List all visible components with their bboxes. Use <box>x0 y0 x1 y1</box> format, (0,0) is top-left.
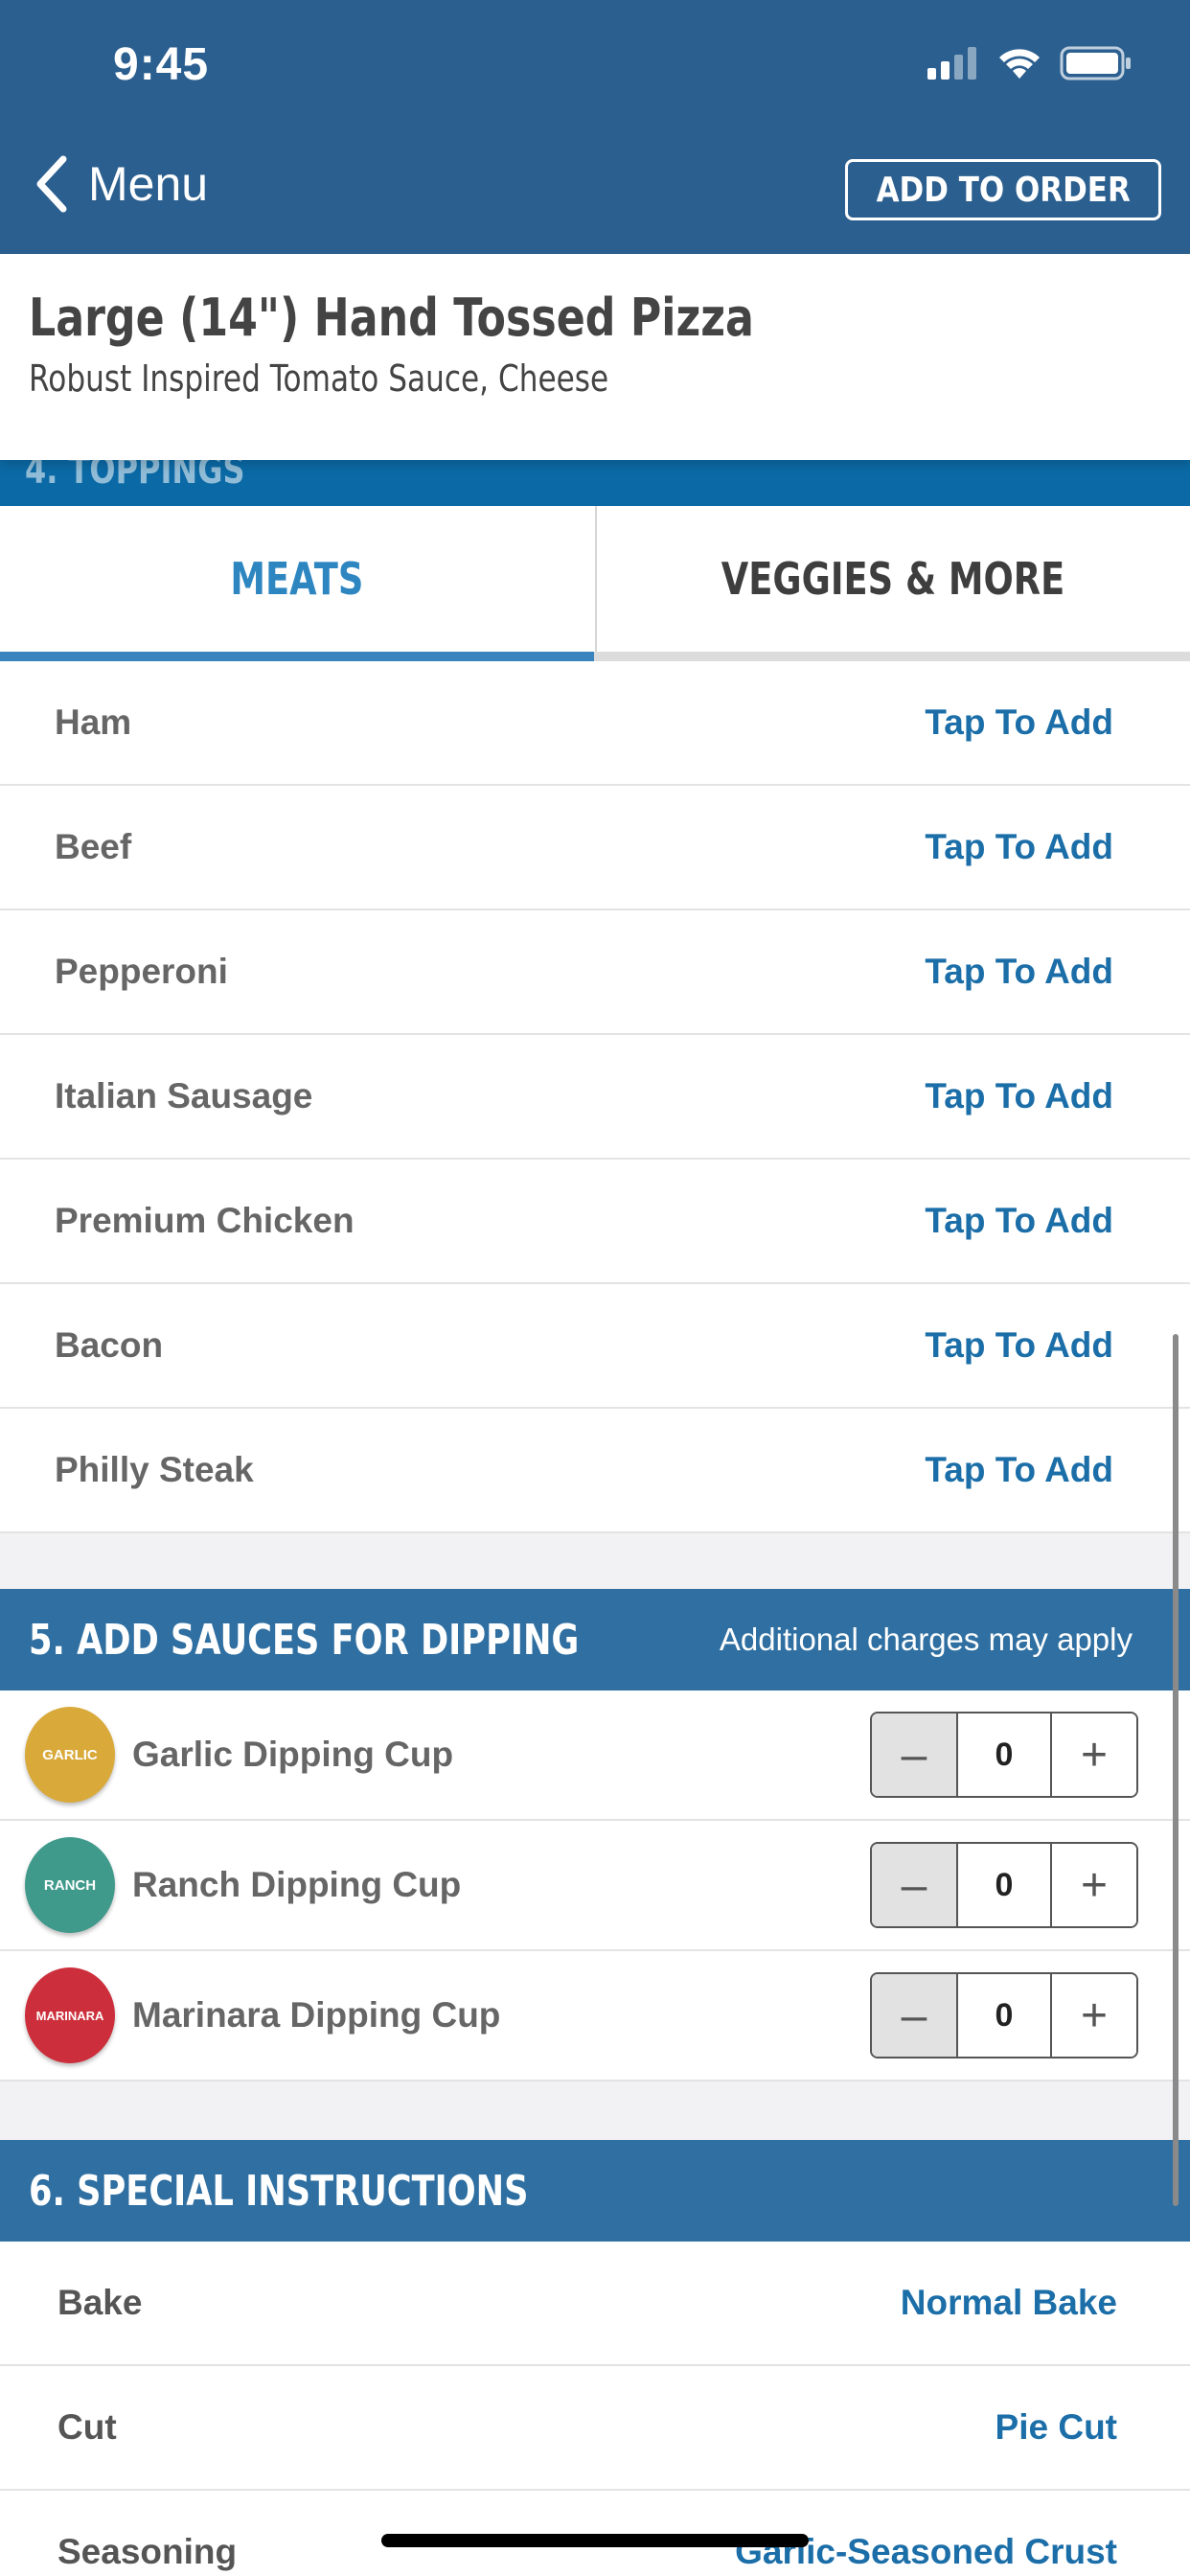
tab-meats-label: MEATS <box>230 553 364 605</box>
sauce-row-marinara: MARINARA Marinara Dipping Cup – 0 + <box>0 1951 1190 2082</box>
marinara-sauce-cup-icon: MARINARA <box>25 1967 115 2063</box>
topping-name: Italian Sausage <box>55 1076 313 1116</box>
active-tab-indicator <box>0 652 594 661</box>
quantity-stepper: – 0 + <box>870 1842 1138 1928</box>
topping-row-beef[interactable]: Beef Tap To Add <box>0 786 1190 910</box>
topping-row-ham[interactable]: Ham Tap To Add <box>0 661 1190 786</box>
quantity-value: 0 <box>995 1736 1014 1773</box>
tap-to-add-button[interactable]: Tap To Add <box>925 952 1113 992</box>
topping-name: Ham <box>55 702 132 742</box>
cellular-signal-icon <box>927 47 976 80</box>
decrement-button[interactable]: – <box>872 1974 958 2057</box>
decrement-button[interactable]: – <box>872 1844 958 1926</box>
ranch-sauce-cup-icon: RANCH <box>25 1837 115 1933</box>
topping-name: Premium Chicken <box>55 1201 355 1240</box>
topping-name: Beef <box>55 827 132 866</box>
quantity-value: 0 <box>995 1996 1014 2034</box>
toppings-list: Ham Tap To Add Beef Tap To Add Pepperoni… <box>0 661 1190 1533</box>
topping-row-bacon[interactable]: Bacon Tap To Add <box>0 1284 1190 1409</box>
sauce-icon-label: MARINARA <box>35 2008 104 2023</box>
increment-button[interactable]: + <box>1050 1974 1136 2057</box>
sauces-section-title: 5. ADD SAUCES FOR DIPPING <box>29 1615 580 1665</box>
sauce-row-ranch: RANCH Ranch Dipping Cup – 0 + <box>0 1821 1190 1951</box>
topping-row-italian-sausage[interactable]: Italian Sausage Tap To Add <box>0 1035 1190 1160</box>
product-title: Large (14") Hand Tossed Pizza <box>29 288 754 348</box>
app-header: 9:45 Menu ADD TO ORDER <box>0 0 1190 254</box>
sauces-list: GARLIC Garlic Dipping Cup – 0 + RANCH Ra… <box>0 1690 1190 2082</box>
sauce-icon-label: RANCH <box>43 1876 97 1894</box>
section-spacer <box>0 2082 1190 2141</box>
topping-row-premium-chicken[interactable]: Premium Chicken Tap To Add <box>0 1160 1190 1284</box>
tap-to-add-button[interactable]: Tap To Add <box>925 1450 1113 1490</box>
increment-button[interactable]: + <box>1050 1714 1136 1796</box>
garlic-sauce-cup-icon: GARLIC <box>25 1707 115 1803</box>
sauce-icon-label: GARLIC <box>42 1746 98 1763</box>
product-card: Large (14") Hand Tossed Pizza Robust Ins… <box>0 254 1190 460</box>
tap-to-add-button[interactable]: Tap To Add <box>925 1325 1113 1366</box>
tab-meats[interactable]: MEATS <box>0 506 594 652</box>
back-button[interactable]: Menu <box>34 155 208 213</box>
quantity-stepper: – 0 + <box>870 1712 1138 1798</box>
instructions-list: Bake Normal Bake Cut Pie Cut Seasoning G… <box>0 2242 1190 2576</box>
status-time: 9:45 <box>113 39 210 90</box>
instruction-value[interactable]: Normal Bake <box>901 2283 1117 2323</box>
tab-veggies-label: VEGGIES & MORE <box>721 553 1065 605</box>
instruction-row-cut[interactable]: Cut Pie Cut <box>0 2366 1190 2491</box>
sauce-name: Ranch Dipping Cup <box>132 1865 462 1904</box>
tap-to-add-button[interactable]: Tap To Add <box>925 827 1113 867</box>
instruction-label: Cut <box>57 2407 117 2447</box>
topping-name: Pepperoni <box>55 952 228 991</box>
tab-veggies-and-more[interactable]: VEGGIES & MORE <box>595 506 1190 652</box>
tap-to-add-button[interactable]: Tap To Add <box>925 702 1113 743</box>
status-icons <box>927 46 1133 80</box>
decrement-button[interactable]: – <box>872 1714 958 1796</box>
topping-row-philly-steak[interactable]: Philly Steak Tap To Add <box>0 1409 1190 1533</box>
wifi-icon <box>999 49 1040 79</box>
sauce-name: Garlic Dipping Cup <box>132 1735 454 1774</box>
instruction-label: Seasoning <box>57 2532 238 2571</box>
topping-row-pepperoni[interactable]: Pepperoni Tap To Add <box>0 910 1190 1035</box>
tap-to-add-button[interactable]: Tap To Add <box>925 1201 1113 1241</box>
sauces-section-note: Additional charges may apply <box>719 1622 1133 1657</box>
instruction-row-bake[interactable]: Bake Normal Bake <box>0 2242 1190 2366</box>
tap-to-add-button[interactable]: Tap To Add <box>925 1076 1113 1116</box>
toppings-section-header: 4. TOPPINGS <box>0 458 1190 506</box>
sauce-row-garlic: GARLIC Garlic Dipping Cup – 0 + <box>0 1690 1190 1821</box>
topping-name: Philly Steak <box>55 1450 254 1489</box>
quantity-stepper: – 0 + <box>870 1972 1138 2058</box>
quantity-value: 0 <box>995 1866 1014 1903</box>
sauces-section-header: 5. ADD SAUCES FOR DIPPING Additional cha… <box>0 1589 1190 1690</box>
increment-button[interactable]: + <box>1050 1844 1136 1926</box>
section-spacer <box>0 1533 1190 1591</box>
sauce-name: Marinara Dipping Cup <box>132 1995 501 2035</box>
instruction-value[interactable]: Pie Cut <box>995 2407 1117 2448</box>
instructions-section-title: 6. SPECIAL INSTRUCTIONS <box>29 2166 529 2216</box>
add-to-order-button[interactable]: ADD TO ORDER <box>845 159 1161 220</box>
scrollbar[interactable] <box>1173 1334 1179 2206</box>
instructions-section-header: 6. SPECIAL INSTRUCTIONS <box>0 2140 1190 2242</box>
instruction-label: Bake <box>57 2283 143 2322</box>
home-indicator[interactable] <box>381 2534 809 2547</box>
battery-icon <box>1060 46 1131 80</box>
toppings-section-title: 4. TOPPINGS <box>25 458 245 493</box>
add-to-order-label: ADD TO ORDER <box>876 170 1131 210</box>
chevron-left-icon <box>36 155 67 213</box>
back-label: Menu <box>88 157 209 211</box>
topping-tabs: MEATS VEGGIES & MORE <box>0 506 1190 661</box>
topping-name: Bacon <box>55 1325 164 1365</box>
product-description: Robust Inspired Tomato Sauce, Cheese <box>29 357 609 400</box>
